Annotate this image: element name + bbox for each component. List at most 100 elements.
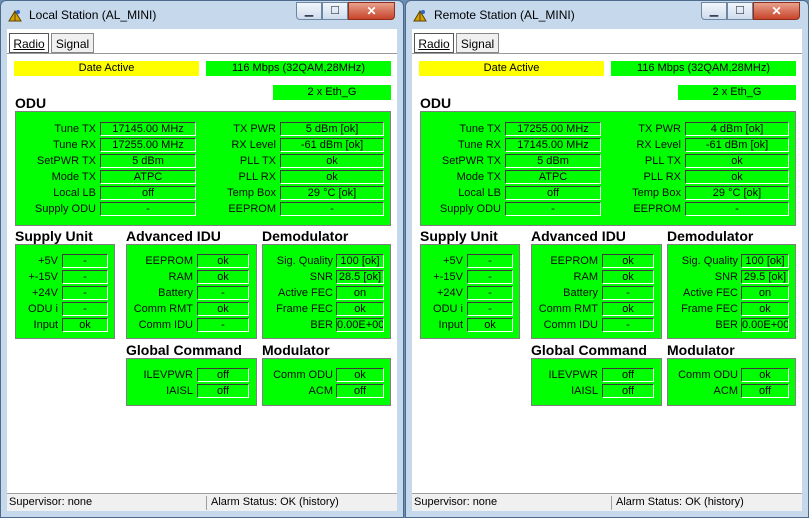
comm-odu-value: ok bbox=[336, 368, 384, 382]
title-bar[interactable]: Remote Station (AL_MINI) ▁ ☐ ✕ bbox=[406, 1, 808, 29]
client-area: Radio Signal Date Active 116 Mbps (32QAM… bbox=[412, 29, 802, 511]
demod-row: SNR bbox=[309, 271, 333, 283]
supply-row: ODU i bbox=[433, 303, 463, 315]
odu-row: Local LB bbox=[53, 187, 96, 199]
mod-row: Comm ODU bbox=[273, 369, 333, 381]
odu-row: Local LB bbox=[458, 187, 501, 199]
tab-divider bbox=[412, 53, 802, 54]
odu-row: PLL TX bbox=[239, 155, 276, 167]
supply-row: +24V bbox=[437, 287, 463, 299]
idu-row: Battery bbox=[158, 287, 193, 299]
tab-radio[interactable]: Radio bbox=[9, 33, 49, 53]
odu-row: TX PWR bbox=[233, 123, 276, 135]
supply-value: - bbox=[467, 270, 513, 284]
ber-value: 0.00E+00 bbox=[741, 318, 789, 332]
idu-value: ok bbox=[197, 270, 249, 284]
mod-row: ACM bbox=[713, 385, 738, 397]
supply-unit-panel: +5V - +-15V - +24V - ODU i - Input ok bbox=[15, 244, 115, 339]
frame-fec-value: ok bbox=[741, 302, 789, 316]
global-command-panel: ILEVPWR off IAISL off bbox=[531, 358, 662, 406]
odu-row: EEPROM bbox=[633, 203, 681, 215]
pll-tx-value: ok bbox=[685, 154, 789, 168]
pll-tx-value: ok bbox=[280, 154, 384, 168]
global-command-label: Global Command bbox=[126, 342, 242, 358]
modulator-label: Modulator bbox=[262, 342, 330, 358]
demodulator-label: Demodulator bbox=[262, 228, 349, 244]
tx-pwr-value: 5 dBm [ok] bbox=[280, 122, 384, 136]
tune-tx-value: 17255.00 MHz bbox=[505, 122, 601, 136]
snr-value: 28.5 [ok] bbox=[336, 270, 384, 284]
acm-value: off bbox=[336, 384, 384, 398]
iaisl-value: off bbox=[602, 384, 654, 398]
demodulator-label: Demodulator bbox=[667, 228, 754, 244]
demod-row: Frame FEC bbox=[681, 303, 738, 315]
pll-rx-value: ok bbox=[280, 170, 384, 184]
maximize-icon: ☐ bbox=[735, 5, 745, 17]
rx-level-value: -61 dBm [ok] bbox=[280, 138, 384, 152]
odu-row: Temp Box bbox=[227, 187, 276, 199]
supply-row: +24V bbox=[32, 287, 58, 299]
idu-value: ok bbox=[602, 254, 654, 268]
close-icon: ✕ bbox=[366, 4, 377, 18]
setpwr-tx-value: 5 dBm bbox=[100, 154, 196, 168]
mode-tx-value: ATPC bbox=[505, 170, 601, 184]
tune-tx-value: 17145.00 MHz bbox=[100, 122, 196, 136]
minimize-button[interactable]: ▁ bbox=[296, 2, 322, 20]
demod-row: Active FEC bbox=[682, 287, 738, 299]
odu-row: Tune TX bbox=[54, 123, 96, 135]
global-command-panel: ILEVPWR off IAISL off bbox=[126, 358, 257, 406]
supply-row: +5V bbox=[38, 255, 58, 267]
setpwr-tx-value: 5 dBm bbox=[505, 154, 601, 168]
maximize-button[interactable]: ☐ bbox=[322, 2, 348, 20]
title-bar[interactable]: Local Station (AL_MINI) ▁ ☐ ✕ bbox=[1, 1, 403, 29]
tab-signal[interactable]: Signal bbox=[456, 33, 499, 53]
minimize-icon: ▁ bbox=[304, 5, 314, 17]
ilevpwr-value: off bbox=[602, 368, 654, 382]
sig-quality-value: 100 [ok] bbox=[741, 254, 789, 268]
mode-tx-value: ATPC bbox=[100, 170, 196, 184]
capacity-bar: 116 Mbps (32QAM,28MHz) bbox=[206, 61, 391, 76]
demod-row: BER bbox=[715, 319, 738, 331]
idu-value: ok bbox=[197, 302, 249, 316]
maximize-button[interactable]: ☐ bbox=[727, 2, 753, 20]
local-station-window: Local Station (AL_MINI) ▁ ☐ ✕ Radio Sign… bbox=[0, 0, 404, 518]
odu-label: ODU bbox=[420, 95, 452, 111]
idu-row: RAM bbox=[573, 271, 598, 283]
status-bar: Supervisor: none Alarm Status: OK (histo… bbox=[7, 493, 397, 511]
demodulator-panel: Sig. Quality 100 [ok] SNR 28.5 [ok] Acti… bbox=[262, 244, 391, 339]
supply-value: - bbox=[62, 254, 108, 268]
window-title: Remote Station (AL_MINI) bbox=[434, 8, 575, 22]
odu-row: EEPROM bbox=[228, 203, 276, 215]
supply-unit-panel: +5V - +-15V - +24V - ODU i - Input ok bbox=[420, 244, 520, 339]
interface-bar: 2 x Eth_G bbox=[273, 85, 391, 100]
temp-box-value: 29 °C [ok] bbox=[685, 186, 789, 200]
tune-rx-value: 17255.00 MHz bbox=[100, 138, 196, 152]
mod-row: ACM bbox=[308, 385, 333, 397]
tab-signal[interactable]: Signal bbox=[51, 33, 94, 53]
odu-row: Mode TX bbox=[51, 171, 96, 183]
odu-row: Tune TX bbox=[459, 123, 501, 135]
odu-row: Tune RX bbox=[52, 139, 96, 151]
capacity-bar: 116 Mbps (32QAM,28MHz) bbox=[611, 61, 796, 76]
station-icon bbox=[413, 10, 427, 22]
minimize-icon: ▁ bbox=[709, 5, 719, 17]
supply-row: Input bbox=[438, 319, 463, 331]
supply-value: - bbox=[467, 254, 513, 268]
iaisl-value: off bbox=[197, 384, 249, 398]
command-row: IAISL bbox=[166, 385, 193, 397]
minimize-button[interactable]: ▁ bbox=[701, 2, 727, 20]
odu-row: PLL TX bbox=[644, 155, 681, 167]
idu-value: - bbox=[602, 318, 654, 332]
interface-bar: 2 x Eth_G bbox=[678, 85, 796, 100]
demod-row: BER bbox=[310, 319, 333, 331]
demodulator-panel: Sig. Quality 100 [ok] SNR 29.5 [ok] Acti… bbox=[667, 244, 796, 339]
tab-radio[interactable]: Radio bbox=[414, 33, 454, 53]
close-button[interactable]: ✕ bbox=[348, 2, 395, 20]
idu-value: ok bbox=[602, 302, 654, 316]
odu-label: ODU bbox=[15, 95, 47, 111]
close-button[interactable]: ✕ bbox=[753, 2, 800, 20]
supply-odu-value: - bbox=[100, 202, 196, 216]
supply-value: - bbox=[62, 302, 108, 316]
frame-fec-value: ok bbox=[336, 302, 384, 316]
supply-row: +-15V bbox=[433, 271, 463, 283]
